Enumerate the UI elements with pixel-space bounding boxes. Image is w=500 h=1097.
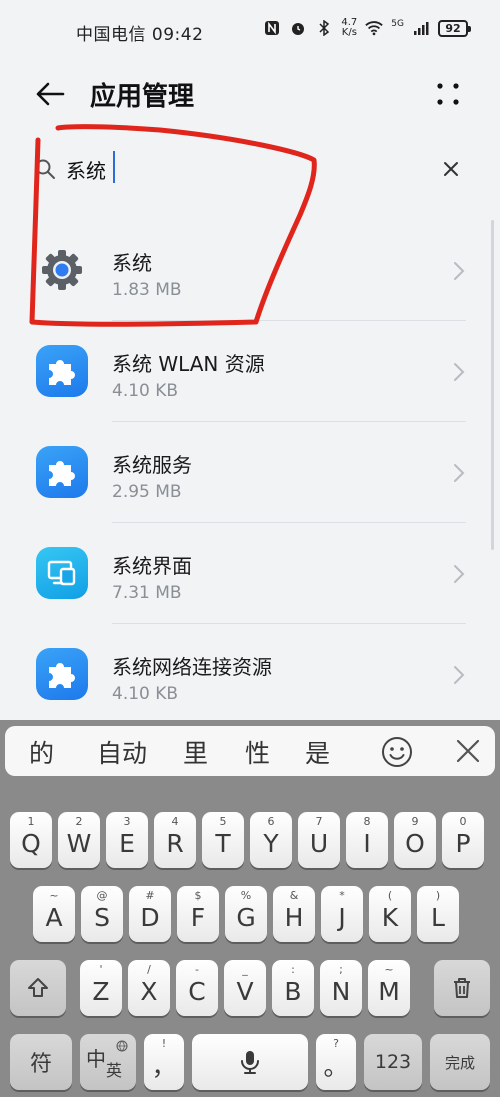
back-button[interactable]: [28, 72, 72, 116]
app-bar: 应用管理: [0, 64, 500, 124]
candidate-word[interactable]: 的: [29, 734, 54, 770]
keyboard: 的 自动 里 性 是 符 中 英 ! ， ? 。 123 完成 1Q2W3E4R…: [0, 720, 500, 1097]
comma-key[interactable]: ! ，: [144, 1034, 184, 1090]
net-speed: 4.7 K/s: [341, 17, 358, 38]
app-name: 系统 WLAN 资源: [112, 352, 265, 376]
chevron-right-icon: [454, 262, 465, 280]
status-bar: 中国电信 09:42 4.7 K/s 5G 92: [0, 0, 500, 64]
signal-type: 5G: [391, 19, 404, 29]
key-o[interactable]: 9O: [394, 812, 436, 868]
list-item[interactable]: 系统 1.83 MB: [0, 220, 500, 321]
key-r[interactable]: 4R: [154, 812, 196, 868]
app-name: 系统服务: [112, 453, 192, 477]
key-z[interactable]: ' Z: [80, 960, 122, 1016]
more-dots-icon: [437, 83, 459, 105]
app-name: 系统界面: [112, 554, 192, 578]
list-item[interactable]: 系统网络连接资源 4.10 KB: [0, 624, 500, 720]
candidate-word[interactable]: 是: [305, 734, 330, 770]
emoji-icon[interactable]: [381, 736, 413, 768]
number-key[interactable]: 123: [364, 1034, 422, 1090]
carrier-time: 中国电信 09:42: [76, 25, 204, 45]
key-b[interactable]: :B: [272, 960, 314, 1016]
app-size: 2.95 MB: [112, 482, 182, 502]
microphone-icon: [241, 1051, 259, 1074]
key-x[interactable]: / X: [128, 960, 170, 1016]
candidate-word[interactable]: 性: [245, 734, 270, 770]
period-key[interactable]: ? 。: [316, 1034, 356, 1090]
key-l[interactable]: ) L: [417, 886, 459, 942]
nfc-icon: [263, 19, 281, 37]
voice-input-key[interactable]: [192, 1034, 308, 1090]
key-w[interactable]: 2W: [58, 812, 100, 868]
language-switch-key[interactable]: 中 英: [80, 1034, 136, 1090]
candidate-word[interactable]: 自动: [97, 734, 147, 770]
scrollbar[interactable]: [491, 220, 494, 550]
close-icon: [444, 162, 458, 176]
wifi-icon: [365, 19, 384, 37]
status-icons: 4.7 K/s 5G 92: [263, 17, 471, 38]
gear-icon: [36, 244, 88, 296]
key-j[interactable]: * J: [321, 886, 363, 942]
search-input[interactable]: [66, 150, 406, 188]
key-e[interactable]: 3E: [106, 812, 148, 868]
search-bar: [20, 142, 480, 196]
key-t[interactable]: 5T: [202, 812, 244, 868]
app-name: 系统网络连接资源: [112, 655, 272, 679]
app-size: 1.83 MB: [112, 280, 182, 300]
back-arrow-icon: [36, 82, 65, 106]
key-v[interactable]: _ V: [224, 960, 266, 1016]
key-d[interactable]: # D: [129, 886, 171, 942]
key-c[interactable]: -C: [176, 960, 218, 1016]
key-p[interactable]: 0P: [442, 812, 484, 868]
key-y[interactable]: 6Y: [250, 812, 292, 868]
key-h[interactable]: & H: [273, 886, 315, 942]
alarm-icon: [289, 19, 307, 37]
app-size: 4.10 KB: [112, 684, 179, 704]
chevron-right-icon: [454, 565, 465, 583]
delete-key[interactable]: [434, 960, 490, 1016]
key-i[interactable]: 8I: [346, 812, 388, 868]
screens-icon: [36, 547, 88, 599]
key-f[interactable]: $ F: [177, 886, 219, 942]
candidate-bar: 的 自动 里 性 是: [5, 726, 495, 776]
puzzle-icon: [36, 446, 88, 498]
list-item[interactable]: 系统 WLAN 资源 4.10 KB: [0, 321, 500, 422]
shift-key[interactable]: [10, 960, 66, 1016]
done-key[interactable]: 完成: [430, 1034, 490, 1090]
list-item[interactable]: 系统服务 2.95 MB: [0, 422, 500, 523]
app-size: 7.31 MB: [112, 583, 182, 603]
key-m[interactable]: ~ M: [368, 960, 410, 1016]
key-k[interactable]: (K: [369, 886, 411, 942]
chevron-right-icon: [454, 464, 465, 482]
key-n[interactable]: ; N: [320, 960, 362, 1016]
symbol-key[interactable]: 符: [10, 1034, 72, 1090]
more-options-button[interactable]: [426, 72, 470, 116]
signal-icon: [412, 19, 430, 37]
candidate-word[interactable]: 里: [183, 734, 208, 770]
key-u[interactable]: 7U: [298, 812, 340, 868]
search-icon: [35, 159, 55, 179]
app-name: 系统: [112, 251, 152, 275]
bluetooth-icon: [315, 19, 333, 37]
trash-icon: [454, 978, 470, 998]
key-q[interactable]: 1Q: [10, 812, 52, 868]
page-title: 应用管理: [90, 82, 195, 112]
battery-icon: 92: [438, 19, 471, 37]
puzzle-icon: [36, 345, 88, 397]
app-size: 4.10 KB: [112, 381, 179, 401]
text-caret: [113, 151, 115, 183]
globe-icon: [116, 1040, 128, 1052]
chevron-right-icon: [454, 363, 465, 381]
key-s[interactable]: @ S: [81, 886, 123, 942]
shift-icon: [28, 978, 48, 997]
close-icon[interactable]: [455, 738, 481, 764]
clear-search-button[interactable]: [434, 152, 468, 186]
list-item[interactable]: 系统界面 7.31 MB: [0, 523, 500, 624]
chevron-right-icon: [454, 666, 465, 684]
app-list: 系统 1.83 MB 系统 WLAN 资源 4.10 KB 系统服务 2.95 …: [0, 220, 500, 720]
key-g[interactable]: % G: [225, 886, 267, 942]
puzzle-icon: [36, 648, 88, 700]
key-a[interactable]: ~ A: [33, 886, 75, 942]
